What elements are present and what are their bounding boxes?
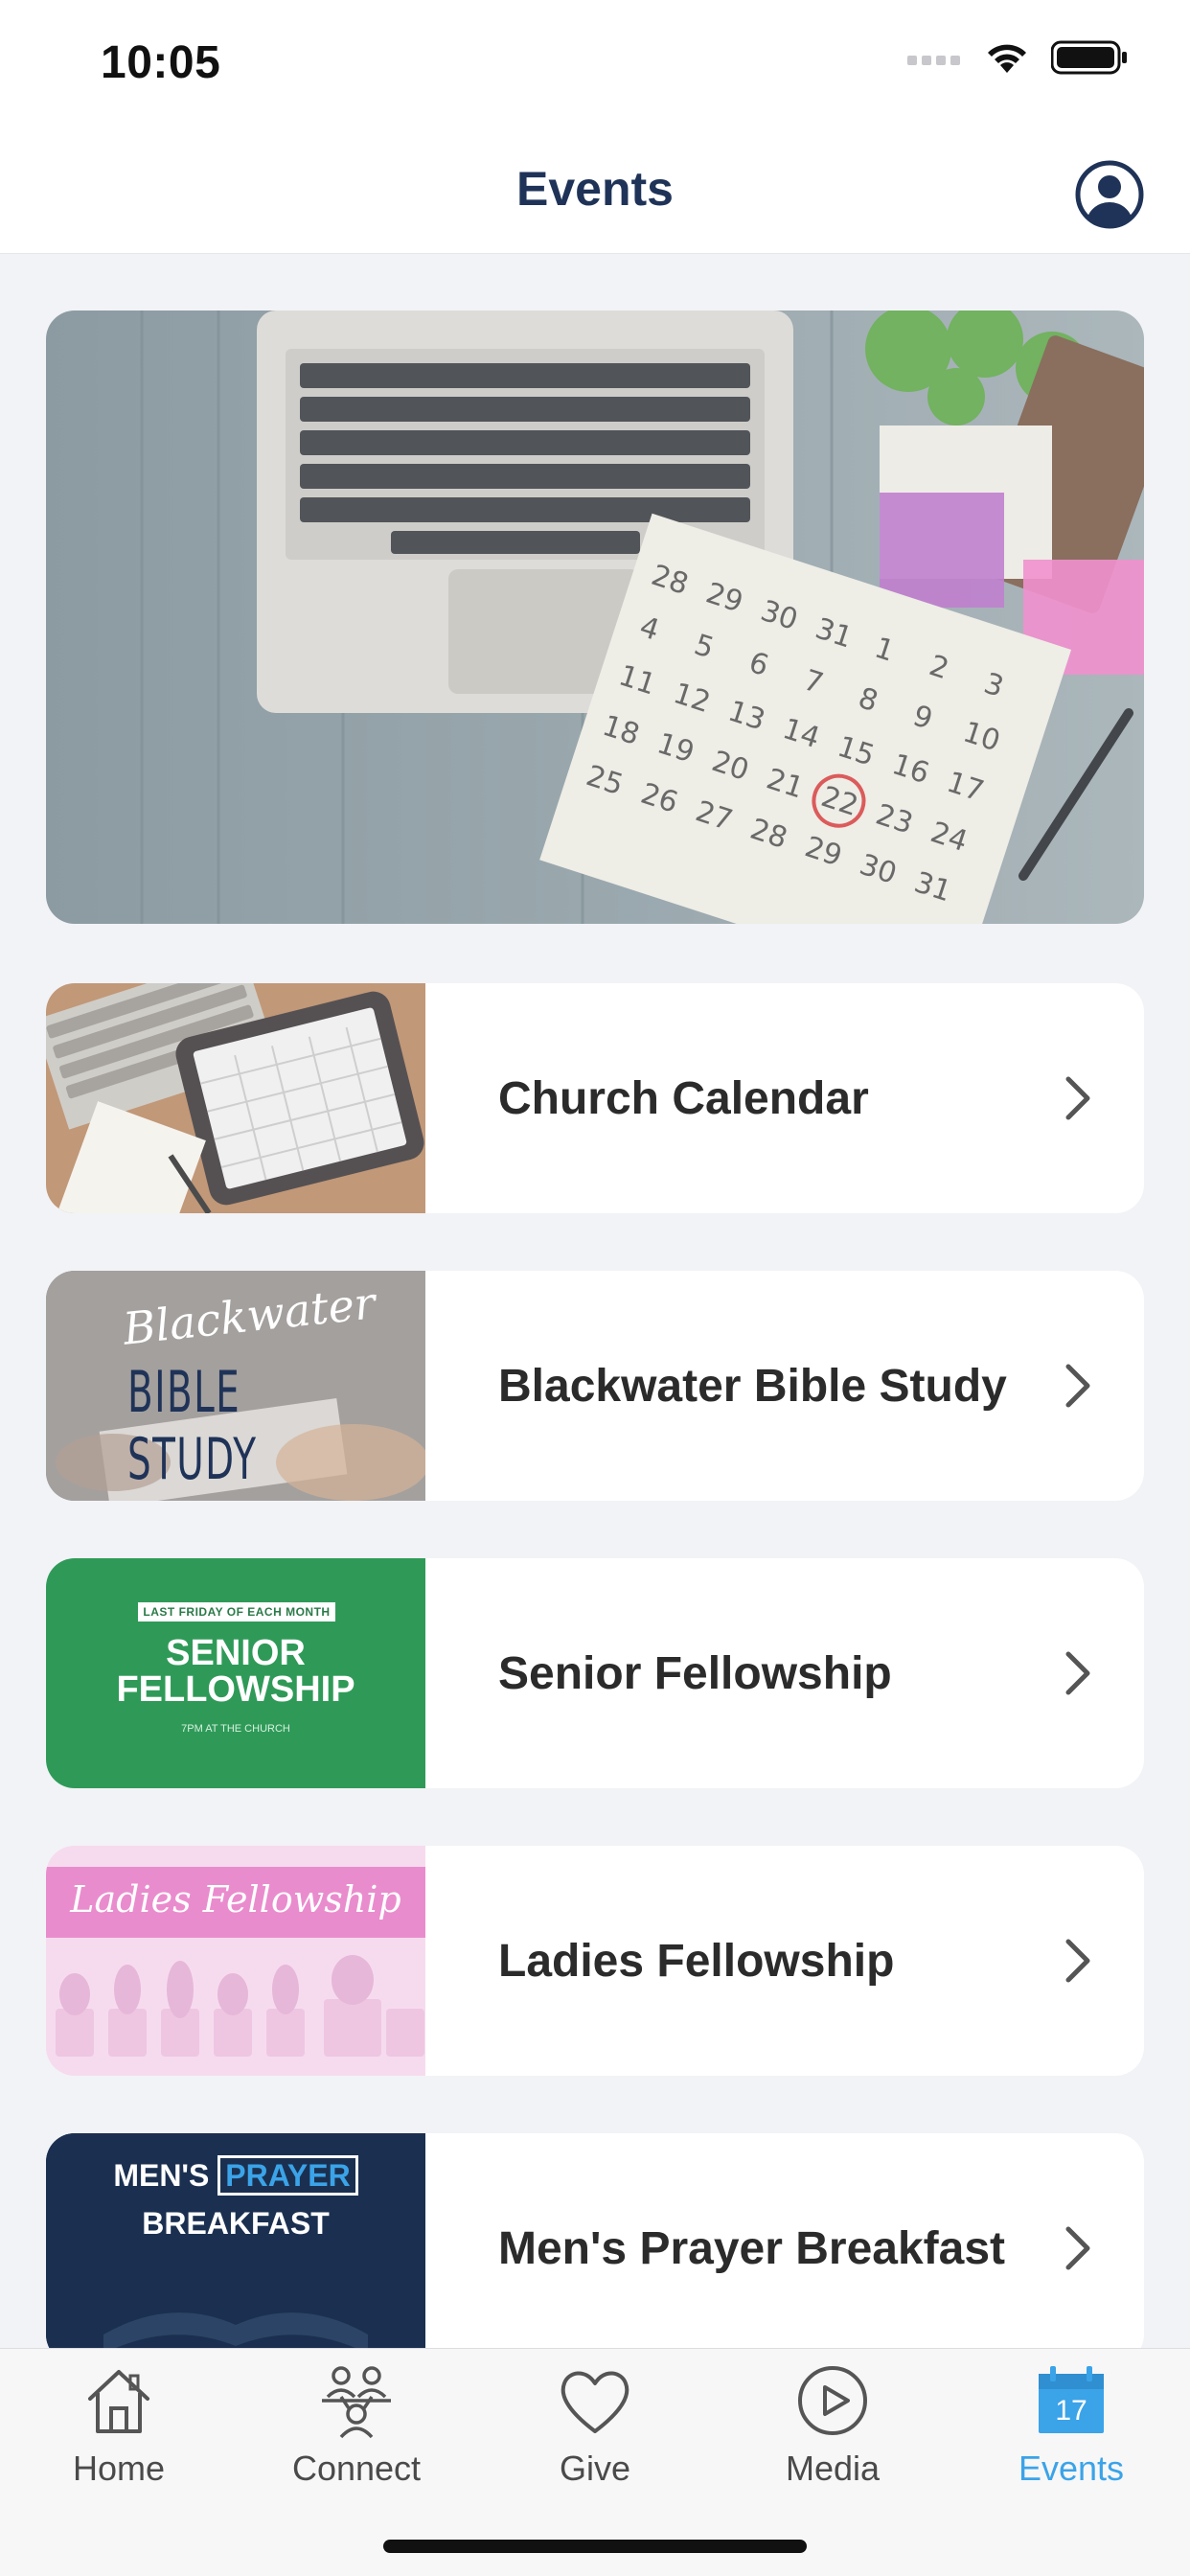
events-list[interactable]: 28 29 30 31 1 2 3 4 5 6 7 8 9 10 11 12 13 14 15 16 17 18 19… (0, 255, 1190, 2348)
chevron-right-icon (1065, 2226, 1090, 2270)
tab-give[interactable]: Give (476, 2360, 714, 2504)
tab-events[interactable]: 17 Events (952, 2360, 1190, 2504)
home-indicator (383, 2540, 807, 2553)
calendar-day-number: 17 (1055, 2395, 1087, 2426)
people-icon (322, 2366, 391, 2439)
tab-label: Home (72, 2449, 166, 2488)
event-thumbnail: Blackwater BIBLE STUDY (46, 1271, 425, 1501)
nav-bar: Events (0, 134, 1190, 254)
battery-icon (1051, 40, 1127, 75)
tablet-calendar-image (46, 983, 425, 1213)
tab-label: Media (785, 2449, 881, 2488)
tab-label: Connect (291, 2449, 422, 2488)
profile-icon[interactable] (1075, 160, 1144, 229)
event-thumbnail: Ladies Fellowship (46, 1846, 425, 2076)
tab-connect[interactable]: Connect (238, 2360, 475, 2504)
play-circle-icon (798, 2366, 867, 2435)
event-title: Men's Prayer Breakfast (498, 2222, 1006, 2274)
chevron-right-icon (1065, 1939, 1090, 1983)
signal-icon (907, 56, 960, 65)
event-card-ladies-fellowship[interactable]: Ladies Fellowship Ladies Fellowship (46, 1846, 1144, 2076)
event-card-senior-fellowship[interactable]: LAST FRIDAY OF EACH MONTH SENIOR FELLOWS… (46, 1558, 1144, 1788)
event-card-church-calendar[interactable]: Church Calendar (46, 983, 1144, 1213)
thumb-script-text: Ladies Fellowship (70, 1878, 401, 1920)
wifi-icon (988, 44, 1026, 73)
events-hero-image: 28 29 30 31 1 2 3 4 5 6 7 8 9 10 11 12 13 14 15 16 17 18 19… (46, 310, 1144, 924)
tab-label: Events (1018, 2449, 1125, 2488)
thumb-word-breakfast: BREAKFAST (142, 2206, 330, 2241)
house-icon (88, 2370, 149, 2433)
thumb-line1: SENIOR (166, 1633, 306, 1673)
event-card-mens-prayer-breakfast[interactable]: MEN'S PRAYER BREAKFAST Men's Prayer Brea… (46, 2133, 1144, 2348)
heart-icon (561, 2371, 629, 2433)
event-title: Blackwater Bible Study (498, 1360, 1007, 1412)
chevron-right-icon (1065, 1076, 1090, 1120)
event-title: Church Calendar (498, 1072, 869, 1124)
status-time: 10:05 (101, 37, 221, 88)
hero-calendar-image: 28 29 30 31 1 2 3 4 5 6 7 8 9 10 11 12 13 14 15 16 17 18 19… (46, 310, 1144, 924)
tab-home[interactable]: Home (0, 2360, 238, 2504)
event-card-bible-study[interactable]: Blackwater BIBLE STUDY Blackwater Bible … (46, 1271, 1144, 1501)
thumb-banner: LAST FRIDAY OF EACH MONTH (138, 1602, 335, 1622)
event-thumbnail (46, 983, 425, 1213)
event-title: Senior Fellowship (498, 1647, 892, 1699)
chevron-right-icon (1065, 1364, 1090, 1408)
event-title: Ladies Fellowship (498, 1935, 895, 1987)
thumb-title-row: MEN'S PRAYER (46, 2155, 425, 2196)
thumb-caps-text: BIBLE STUDY (127, 1359, 258, 1493)
chevron-right-icon (1065, 1651, 1090, 1695)
thumb-small: 7PM AT THE CHURCH (181, 1723, 290, 1735)
thumb-line2: FELLOWSHIP (116, 1669, 355, 1710)
status-bar: 10:05 (0, 0, 1190, 134)
event-thumbnail: MEN'S PRAYER BREAKFAST (46, 2133, 425, 2348)
thumb-word-prayer: PRAYER (217, 2155, 358, 2196)
thumb-word-mens: MEN'S (113, 2158, 210, 2193)
page-title: Events (516, 162, 674, 216)
event-thumbnail: LAST FRIDAY OF EACH MONTH SENIOR FELLOWS… (46, 1558, 425, 1788)
status-icons (907, 40, 1128, 75)
calendar-icon: 17 (1031, 2360, 1111, 2441)
tab-media[interactable]: Media (714, 2360, 951, 2504)
tab-label: Give (559, 2449, 631, 2488)
